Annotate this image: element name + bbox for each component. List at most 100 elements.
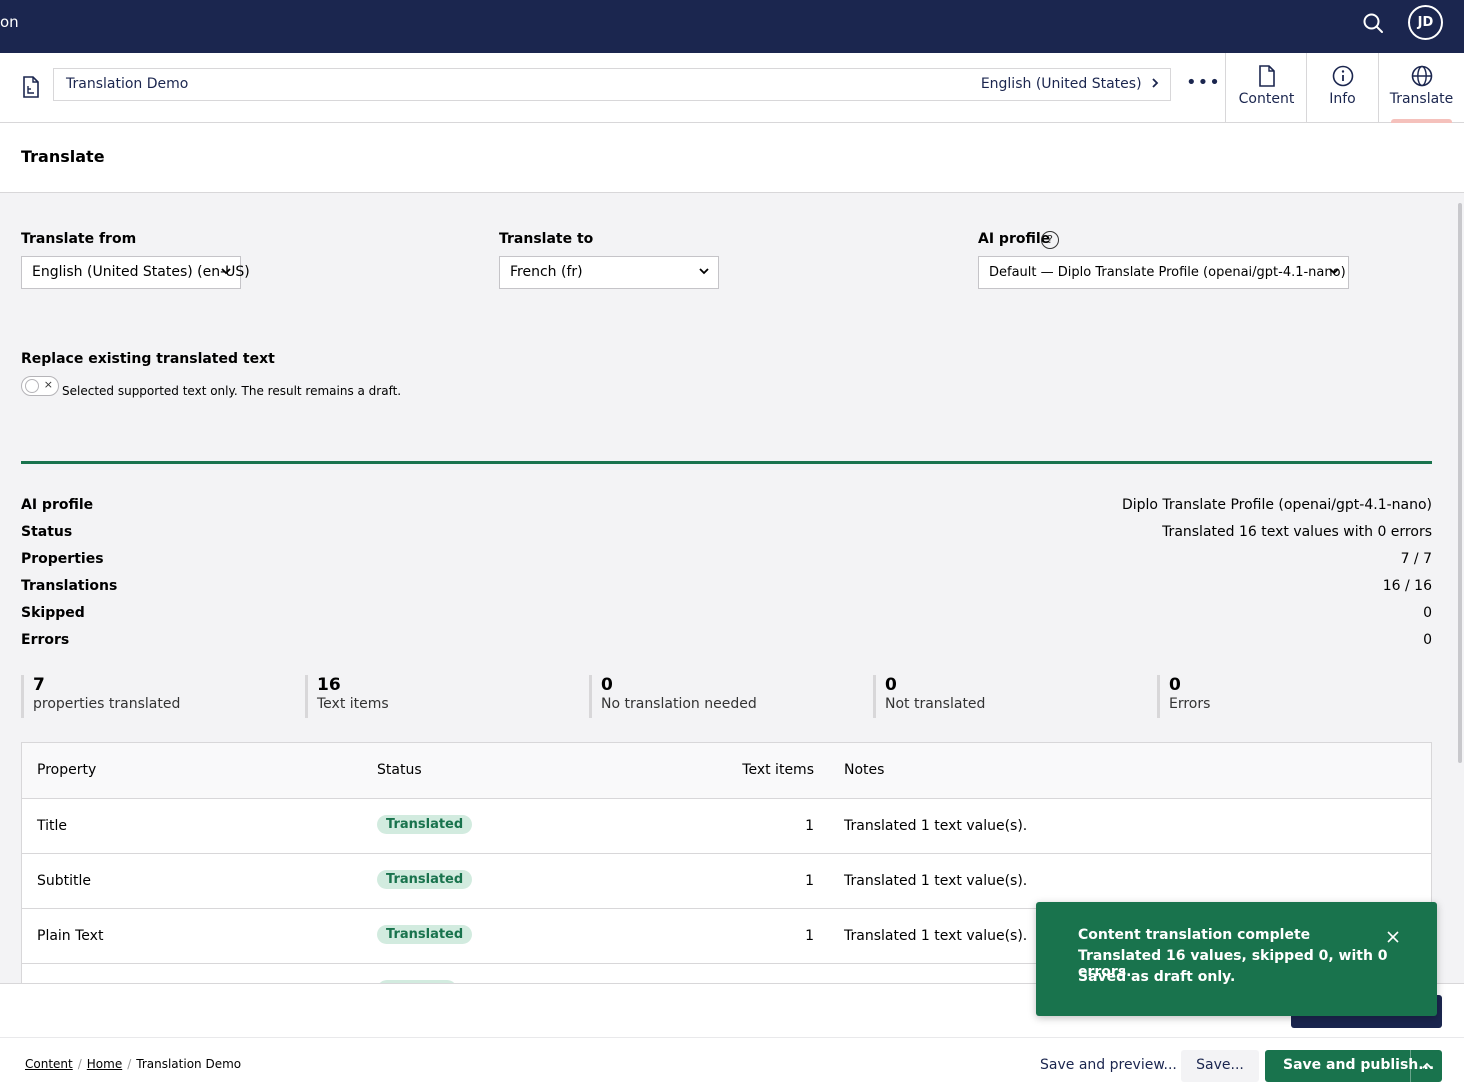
cell-property: Subtitle: [37, 873, 92, 889]
app-name: on: [0, 13, 19, 31]
cell-notes: Translated 1 text value(s).: [844, 873, 1028, 889]
stat-number: 0: [601, 675, 613, 695]
document-icon: [1258, 65, 1275, 87]
toast-message-draft: Saved as draft only.: [1078, 969, 1236, 985]
footer-divider: [0, 1037, 1464, 1038]
summary-row: Skipped 0: [21, 605, 1432, 625]
cell-text-items: 1: [805, 818, 814, 834]
ai-profile-select[interactable]: Default — Diplo Translate Profile (opena…: [978, 256, 1349, 289]
summary-row: Errors 0: [21, 632, 1432, 652]
summary-key: AI profile: [21, 497, 94, 513]
user-avatar[interactable]: JD: [1408, 5, 1443, 40]
cell-notes: Translated 1 text value(s).: [844, 928, 1028, 944]
help-icon[interactable]: ?: [1041, 231, 1059, 249]
column-header-text-items: Text items: [742, 762, 814, 778]
save-and-publish-button[interactable]: Save and publish...: [1265, 1050, 1442, 1082]
stat-errors: 0 Errors: [1157, 675, 1210, 718]
breadcrumb-separator: /: [127, 1057, 132, 1071]
page-title: Translate: [21, 147, 105, 166]
summary-row: Translations 16 / 16: [21, 578, 1432, 598]
toggle-knob: [25, 379, 39, 393]
stat-not-translated: 0 Not translated: [873, 675, 985, 718]
scrollbar-thumb[interactable]: [1458, 203, 1462, 763]
breadcrumb: Content / Home / Translation Demo: [25, 1057, 241, 1071]
culture-label: English (United States): [980, 76, 1142, 92]
document-name[interactable]: Translation Demo: [66, 76, 188, 92]
stat-no-translation-needed: 0 No translation needed: [589, 675, 757, 718]
table-header: Property Status Text items Notes: [22, 743, 1431, 799]
summary-value: Translated 16 text values with 0 errors: [1162, 524, 1432, 540]
stat-number: 7: [33, 675, 45, 695]
translation-progress-bar: [21, 461, 1432, 464]
summary-row: Status Translated 16 text values with 0 …: [21, 524, 1432, 544]
stat-number: 0: [1169, 675, 1181, 695]
replace-existing-toggle[interactable]: ×: [21, 376, 59, 396]
cell-text-items: 1: [805, 873, 814, 889]
stat-label: properties translated: [33, 696, 181, 712]
summary-value: 0: [1423, 605, 1432, 621]
ai-profile-label: AI profile: [978, 231, 1051, 247]
summary-row: AI profile Diplo Translate Profile (open…: [21, 497, 1432, 517]
cell-text-items: 1: [805, 928, 814, 944]
breadcrumb-separator: /: [77, 1057, 82, 1071]
breadcrumb-link-home[interactable]: Home: [87, 1057, 122, 1071]
column-header-notes: Notes: [844, 762, 885, 778]
search-icon[interactable]: [1362, 12, 1386, 36]
editor-header: Translation Demo English (United States)…: [0, 53, 1464, 123]
stat-text-items: 16 Text items: [305, 675, 389, 718]
status-badge: Translated: [377, 815, 473, 834]
stat-number: 0: [885, 675, 897, 695]
translate-from-value: English (United States) (en-US): [32, 264, 250, 280]
cell-property: Plain Text: [37, 928, 104, 944]
save-and-preview-button[interactable]: Save and preview...: [1030, 1050, 1187, 1082]
breadcrumb-link-content[interactable]: Content: [25, 1057, 73, 1071]
tab-info[interactable]: Info: [1306, 53, 1378, 122]
summary-value: Diplo Translate Profile (openai/gpt-4.1-…: [1121, 497, 1432, 513]
toggle-off-mark: ×: [43, 378, 53, 391]
stat-properties-translated: 7 properties translated: [21, 675, 180, 718]
translate-to-value: French (fr): [510, 264, 583, 280]
summary-value: 0: [1423, 632, 1432, 648]
tab-info-label: Info: [1329, 91, 1356, 107]
summary-key: Errors: [21, 632, 70, 648]
tab-translate-label: Translate: [1389, 91, 1454, 107]
document-type-icon[interactable]: [21, 76, 41, 98]
tab-content[interactable]: Content: [1225, 53, 1307, 122]
chevron-down-icon: [699, 268, 709, 275]
main-scrollbar[interactable]: [1456, 193, 1464, 983]
summary-key: Status: [21, 524, 73, 540]
tab-content-label: Content: [1238, 91, 1295, 107]
translate-from-label: Translate from: [21, 231, 137, 247]
status-badge: Translated: [377, 925, 473, 944]
chevron-down-icon: [221, 268, 231, 275]
summary-key: Translations: [21, 578, 118, 594]
status-badge: Translated: [377, 870, 473, 889]
workspace-headline: Translate: [0, 123, 1464, 193]
save-button[interactable]: Save...: [1181, 1050, 1259, 1082]
replace-existing-label: Replace existing translated text: [21, 351, 275, 367]
summary-key: Properties: [21, 551, 104, 567]
cell-property: Title: [37, 818, 68, 834]
column-header-status: Status: [377, 762, 422, 778]
ai-profile-value: Default — Diplo Translate Profile (opena…: [989, 265, 1346, 280]
translate-from-select[interactable]: English (United States) (en-US): [21, 256, 250, 289]
translate-to-select[interactable]: French (fr): [499, 256, 719, 289]
chevron-right-icon: [1146, 76, 1160, 92]
summary-key: Skipped: [21, 605, 85, 621]
table-row: Subtitle Translated 1 Translated 1 text …: [22, 854, 1431, 909]
chevron-down-icon: [1329, 268, 1339, 275]
chevron-up-icon[interactable]: [1410, 1050, 1442, 1082]
table-row: Title Translated 1 Translated 1 text val…: [22, 799, 1431, 854]
document-name-field[interactable]: Translation Demo English (United States): [53, 68, 1171, 101]
culture-selector[interactable]: English (United States): [981, 76, 1160, 92]
column-header-property: Property: [37, 762, 97, 778]
notification-toast: Content translation complete Translated …: [1036, 902, 1437, 1016]
top-bar: on JD: [0, 0, 1464, 53]
tab-translate[interactable]: Translate: [1378, 53, 1464, 123]
more-actions-button[interactable]: •••: [1186, 73, 1220, 97]
translate-to-label: Translate to: [499, 231, 594, 247]
breadcrumb-current: Translation Demo: [136, 1057, 242, 1071]
stat-label: No translation needed: [601, 696, 757, 712]
close-icon[interactable]: [1385, 929, 1401, 945]
summary-value: 7 / 7: [1400, 551, 1432, 567]
